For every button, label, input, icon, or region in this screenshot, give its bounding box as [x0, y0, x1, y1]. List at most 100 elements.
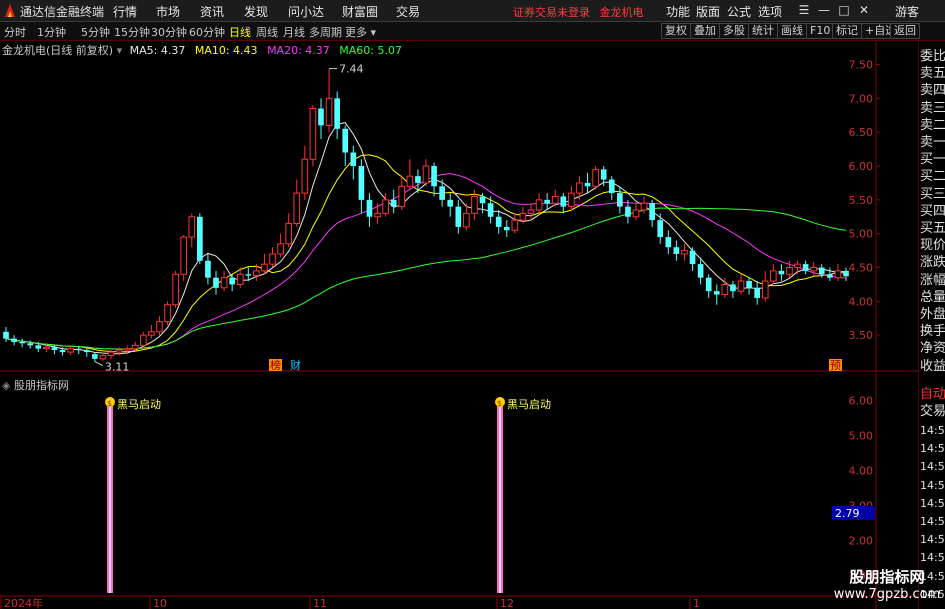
- stock-name-title: 金龙机电: [599, 6, 644, 19]
- candle-body: [730, 284, 736, 292]
- event-tag: 财: [290, 358, 301, 372]
- dropdown-icon[interactable]: ▾: [117, 44, 123, 57]
- period-daily[interactable]: 日线: [229, 24, 251, 40]
- menu-market[interactable]: 市场: [156, 3, 180, 20]
- ma5-legend: MA5: 4.37: [129, 44, 186, 57]
- mark-button[interactable]: 标记: [832, 23, 862, 39]
- candle-body: [75, 348, 82, 351]
- maximize-icon[interactable]: □: [836, 2, 852, 18]
- menu-layout[interactable]: 版面: [696, 3, 720, 20]
- candle-body: [827, 274, 833, 278]
- trade-label-0[interactable]: 自动: [920, 386, 945, 403]
- candle-body: [471, 195, 478, 214]
- broker-status[interactable]: 证券交易未登录 金龙机电: [513, 4, 644, 20]
- indicator-dropdown-icon[interactable]: ◈: [2, 379, 10, 392]
- close-icon[interactable]: ✕: [856, 2, 872, 18]
- quote-label-8: 买三: [920, 186, 945, 202]
- time-tick-label: 12: [500, 597, 514, 609]
- draw-line-button[interactable]: 画线: [777, 23, 807, 39]
- candle-body: [261, 263, 268, 272]
- candle-body: [786, 267, 793, 275]
- candle-body: [11, 338, 17, 342]
- period-1min[interactable]: 1分钟: [37, 24, 66, 40]
- candle-body: [447, 199, 454, 207]
- statistics-button[interactable]: 统计: [748, 23, 778, 39]
- quote-label-18: 收益: [920, 358, 945, 374]
- candle-body: [350, 152, 357, 167]
- period-monthly[interactable]: 月线: [283, 24, 305, 40]
- overlay-button[interactable]: 叠加: [690, 23, 720, 39]
- trade-label-1[interactable]: 交易: [920, 403, 945, 420]
- candle-body: [59, 350, 66, 353]
- candle-body: [67, 348, 74, 353]
- quote-label-5: 卖一: [920, 135, 945, 150]
- candle-body: [172, 273, 179, 306]
- candle-body: [689, 250, 696, 265]
- period-30min[interactable]: 30分钟: [151, 24, 187, 40]
- candle-body: [83, 350, 90, 353]
- menu-list-icon[interactable]: ☰: [796, 2, 812, 18]
- candle-body: [503, 226, 510, 231]
- menu-quotes[interactable]: 行情: [113, 3, 137, 20]
- ma10-legend: MA10: 4.43: [194, 44, 258, 57]
- signal-icon-glyph: $: [107, 399, 112, 408]
- trade-time-2: 14:56: [920, 460, 945, 474]
- candle-body: [253, 270, 260, 277]
- candle-body: [560, 196, 567, 207]
- time-tick-label: 11: [313, 597, 327, 609]
- quote-label-17: 净资: [920, 341, 945, 357]
- candle-body: [139, 334, 147, 346]
- period-15min[interactable]: 15分钟: [114, 24, 150, 40]
- price-tick-label: 5.00: [849, 228, 874, 241]
- menu-function[interactable]: 功能: [666, 3, 690, 20]
- candle-body: [834, 270, 842, 279]
- candle-body: [592, 168, 599, 187]
- menu-trade[interactable]: 交易: [396, 3, 420, 20]
- user-guest[interactable]: 游客: [895, 3, 919, 20]
- menu-news[interactable]: 资讯: [200, 3, 224, 20]
- period-more[interactable]: 更多 ▾: [345, 24, 376, 40]
- menu-wealth-circle[interactable]: 财富圈: [342, 3, 378, 20]
- period-weekly[interactable]: 周线: [256, 24, 278, 40]
- candle-body: [568, 192, 575, 208]
- candle-body: [632, 209, 640, 218]
- indicator-header[interactable]: ◈ 股朋指标网: [2, 377, 69, 393]
- period-multi[interactable]: 多周期: [309, 24, 342, 40]
- quote-label-7: 买二: [920, 169, 945, 185]
- ma20-legend: MA20: 4.37: [267, 44, 330, 57]
- menu-discover[interactable]: 发现: [244, 3, 268, 20]
- period-timeshare[interactable]: 分时: [4, 24, 26, 40]
- quote-label-11: 现价: [920, 238, 945, 254]
- quote-label-15: 外盘: [920, 307, 945, 322]
- ma60-legend: MA60: 5.07: [339, 44, 402, 57]
- quote-label-12: 涨跌: [920, 255, 945, 271]
- back-button[interactable]: 返回: [890, 23, 920, 39]
- candle-body: [374, 212, 381, 218]
- f10-button[interactable]: F10: [806, 23, 835, 39]
- kline-chart[interactable]: 7.44 3.11 榜财 预 $ 黑马启动 $ 黑马启动 7.50 7.00 6.50 6.00 5…: [0, 41, 918, 609]
- candle-body: [761, 280, 769, 299]
- minimize-icon[interactable]: —: [816, 2, 832, 18]
- period-more-label: 更多: [345, 26, 367, 39]
- adjust-button[interactable]: 复权: [661, 23, 691, 39]
- candle-body: [617, 193, 623, 207]
- multi-stock-button[interactable]: 多股: [719, 23, 749, 39]
- time-tick-label: 1: [693, 597, 700, 609]
- indicator-tick-label: 2.00: [849, 535, 874, 548]
- menu-xiaoda[interactable]: 问小达: [288, 3, 324, 20]
- watermark-url: www.7gpzb.com: [833, 587, 941, 602]
- signal-bar-highlight: [109, 404, 111, 593]
- candle-body: [269, 253, 276, 265]
- period-5min[interactable]: 5分钟: [81, 24, 110, 40]
- candle-body: [51, 347, 58, 351]
- period-60min[interactable]: 60分钟: [189, 24, 225, 40]
- menu-options[interactable]: 选项: [758, 3, 782, 20]
- candle-body: [325, 97, 333, 126]
- candle-body: [439, 186, 445, 200]
- candle-body: [245, 274, 252, 276]
- candle-body: [455, 206, 462, 227]
- menu-formula[interactable]: 公式: [727, 3, 751, 20]
- candle-body: [527, 209, 535, 214]
- candle-body: [422, 165, 430, 184]
- candle-body: [19, 341, 25, 344]
